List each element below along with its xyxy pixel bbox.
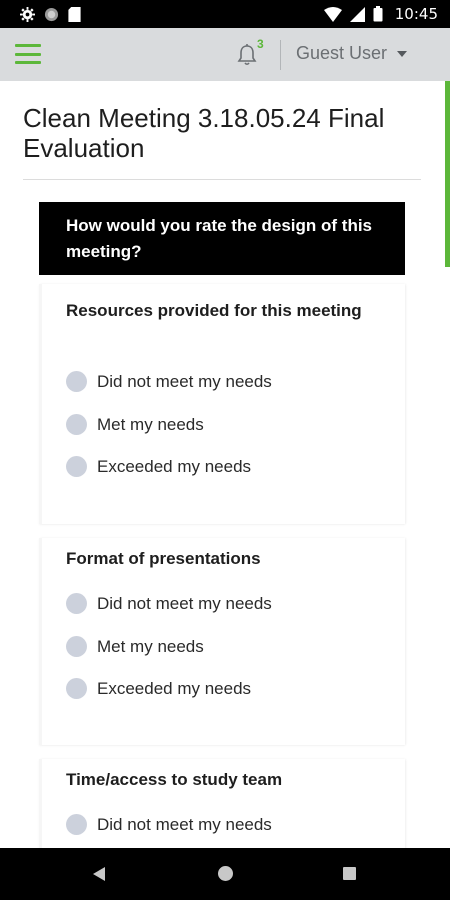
status-left-icons xyxy=(20,6,81,22)
radio-button[interactable] xyxy=(66,593,87,614)
option-label: Did not meet my needs xyxy=(97,814,272,834)
radio-button[interactable] xyxy=(66,371,87,392)
user-menu-dropdown[interactable]: Guest User xyxy=(296,43,408,64)
signal-icon xyxy=(349,6,365,22)
bell-icon[interactable] xyxy=(236,43,258,67)
battery-icon xyxy=(373,6,383,22)
main-content[interactable]: Clean Meeting 3.18.05.24 Final Evaluatio… xyxy=(0,81,450,848)
option-label: Met my needs xyxy=(97,414,204,434)
home-icon[interactable] xyxy=(218,866,233,881)
settings-icon xyxy=(20,6,35,22)
caret-down-icon xyxy=(397,50,408,57)
question-label: Format of presentations xyxy=(66,549,261,568)
navigation-bar xyxy=(0,848,450,900)
scroll-indicator xyxy=(445,81,450,267)
question-card: Time/access to study team Did not meet m… xyxy=(39,759,405,848)
page-title: Clean Meeting 3.18.05.24 Final Evaluatio… xyxy=(23,103,385,163)
radio-button[interactable] xyxy=(66,456,87,477)
user-name: Guest User xyxy=(296,43,388,63)
title-divider xyxy=(23,179,421,180)
radio-option[interactable]: Met my needs xyxy=(66,636,204,657)
question-card: Format of presentations Did not meet my … xyxy=(39,538,405,745)
radio-button[interactable] xyxy=(66,814,87,835)
status-right-icons: 10:45 xyxy=(323,5,438,23)
option-label: Exceeded my needs xyxy=(97,456,252,476)
radio-option[interactable]: Did not meet my needs xyxy=(66,814,272,835)
notification-count-badge: 3 xyxy=(257,37,264,51)
radio-option[interactable]: Did not meet my needs xyxy=(66,371,272,392)
question-label: Time/access to study team xyxy=(66,770,283,789)
question-label: Resources provided for this meeting xyxy=(66,301,362,320)
back-icon[interactable] xyxy=(92,866,106,887)
option-label: Did not meet my needs xyxy=(97,371,272,391)
radio-option[interactable]: Exceeded my needs xyxy=(66,456,251,477)
wifi-icon xyxy=(323,6,342,22)
radio-option[interactable]: Did not meet my needs xyxy=(66,593,272,614)
hamburger-menu-icon[interactable] xyxy=(15,42,41,66)
option-label: Exceeded my needs xyxy=(97,678,252,698)
question-card: Resources provided for this meeting Did … xyxy=(39,284,405,524)
section-heading: How would you rate the design of this me… xyxy=(39,202,405,275)
radio-button[interactable] xyxy=(66,678,87,699)
radio-button[interactable] xyxy=(66,414,87,435)
option-label: Did not meet my needs xyxy=(97,593,272,613)
app-header: 3 Guest User xyxy=(0,28,450,81)
radio-option[interactable]: Met my needs xyxy=(66,414,204,435)
status-time: 10:45 xyxy=(394,5,438,23)
radio-button[interactable] xyxy=(66,636,87,657)
recent-apps-icon[interactable] xyxy=(343,867,356,880)
option-label: Met my needs xyxy=(97,636,204,656)
sd-card-icon xyxy=(68,6,81,22)
header-divider xyxy=(280,40,281,70)
circle-icon xyxy=(44,7,59,22)
status-bar: 10:45 xyxy=(0,0,450,28)
radio-option[interactable]: Exceeded my needs xyxy=(66,678,251,699)
